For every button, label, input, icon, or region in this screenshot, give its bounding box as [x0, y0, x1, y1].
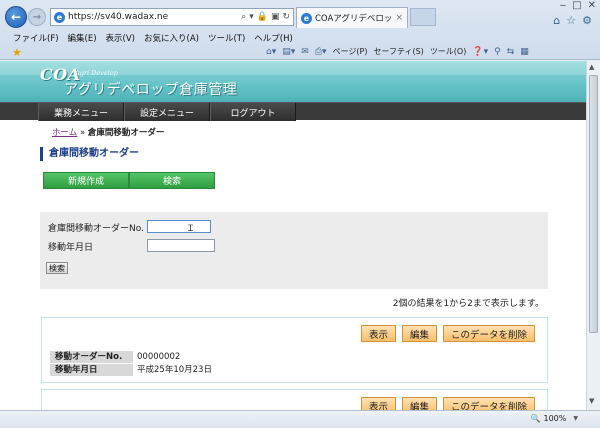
order-no-row: 移動オーダーNo. 00000002 [50, 351, 180, 363]
menu-file[interactable]: ファイル(F) [13, 32, 59, 45]
command-safety[interactable]: セーフティ(S) [373, 46, 423, 57]
site-title: アグリデベロップ倉庫管理 [64, 82, 238, 98]
order-no-label: 倉庫間移動オーダーNo. [48, 224, 144, 234]
page-viewport: COA Agri Develop アグリデベロップ倉庫管理 業務メニュー 設定メ… [0, 61, 586, 410]
dropdown-icon[interactable]: ▾ [249, 12, 254, 22]
tab-page-icon: e [301, 12, 312, 24]
gear-icon[interactable]: ⚙ [582, 14, 592, 27]
edit-button[interactable]: 編集 [401, 397, 437, 410]
menu-tools[interactable]: ツール(T) [208, 32, 245, 45]
menu-bar: ファイル(F) 編集(E) 表示(V) お気に入り(A) ツール(T) ヘルプ(… [0, 32, 600, 45]
zoom-dropdown-icon[interactable]: ▼ [573, 415, 578, 422]
translate-icon[interactable]: ⇆ [507, 47, 515, 57]
nav-settings-menu[interactable]: 設定メニュー [124, 103, 210, 121]
tab-active[interactable]: e COAアグリデベロップ 倉... × [296, 7, 408, 28]
breadcrumb: ホーム » 倉庫間移動オーダー [52, 126, 164, 138]
nav-business-menu[interactable]: 業務メニュー [38, 103, 124, 121]
view-button[interactable]: 表示 [360, 325, 396, 342]
maximize-icon[interactable]: □ [572, 0, 581, 11]
scroll-down-icon[interactable]: ▼ [589, 397, 594, 405]
move-date-label: 移動年月日 [48, 243, 94, 253]
page-title: 倉庫間移動オーダー [40, 147, 139, 161]
close-window-icon[interactable]: ✕ [588, 0, 596, 11]
command-tools[interactable]: ツール(O) [430, 46, 467, 57]
result-card: 表示 編集 このデータを削除 移動オーダーNo. 00000002 移動年月日 … [41, 317, 548, 383]
search-toggle-button[interactable]: 検索 [129, 172, 215, 189]
mail-icon[interactable]: ✉ [301, 47, 309, 57]
refresh-icon[interactable]: ↻ [282, 12, 290, 22]
command-bar: ★ ⌂▾ ▤▾ ✉ ⎙▾ ページ(P) セーフティ(S) ツール(O) ❓▾ ⚲… [0, 46, 600, 60]
tab-title: COAアグリデベロップ 倉... [315, 14, 393, 24]
move-date-value: 平成25年10月23日 [137, 365, 212, 375]
search-submit-button[interactable]: 検索 [46, 262, 68, 274]
scroll-thumb[interactable] [589, 75, 598, 333]
new-tab-button[interactable] [410, 8, 436, 26]
search-panel: 倉庫間移動オーダーNo. Ɪ 移動年月日 検索 [40, 212, 548, 289]
card-actions: 表示 編集 このデータを削除 [360, 325, 535, 342]
window-controls: ‒ □ ✕ [560, 0, 596, 11]
feeds-icon[interactable]: ▤▾ [282, 47, 295, 57]
search-icon[interactable]: ⌕ [241, 12, 246, 22]
text-cursor-icon: Ɪ [188, 224, 194, 234]
browser-icons: ⌂ ☆ ⚙ [553, 14, 592, 27]
card-actions: 表示 編集 このデータを削除 [360, 397, 535, 410]
delete-button[interactable]: このデータを削除 [442, 397, 535, 410]
home-icon[interactable]: ⌂ [553, 14, 560, 27]
order-no-key: 移動オーダーNo. [50, 351, 133, 363]
breadcrumb-current: 倉庫間移動オーダー [87, 128, 165, 138]
menu-favorites[interactable]: お気に入り(A) [144, 32, 199, 45]
forward-arrow-icon: → [32, 11, 42, 23]
order-no-input[interactable] [147, 220, 211, 233]
nav-logout[interactable]: ログアウト [210, 103, 296, 121]
ie-page-icon: e [54, 11, 65, 23]
forward-button[interactable]: → [28, 8, 46, 26]
edit-button[interactable]: 編集 [401, 325, 437, 342]
result-summary: 2個の結果を1から2まで表示します。 [392, 299, 544, 309]
scroll-up-icon[interactable]: ▲ [589, 63, 594, 71]
site-nav: 業務メニュー 設定メニュー ログアウト [0, 102, 586, 121]
new-create-button[interactable]: 新規作成 [43, 172, 129, 189]
minimize-icon[interactable]: ‒ [560, 0, 566, 11]
research-icon[interactable]: ⚲ [494, 47, 501, 57]
order-no-value: 00000002 [137, 352, 181, 362]
back-arrow-icon: ← [10, 10, 22, 24]
breadcrumb-home-link[interactable]: ホーム [52, 128, 77, 138]
menu-help[interactable]: ヘルプ(H) [254, 32, 293, 45]
favorites-star-icon[interactable]: ☆ [566, 14, 576, 27]
vertical-scrollbar[interactable]: ▲ ▼ [586, 61, 600, 410]
home-page-icon[interactable]: ⌂▾ [266, 47, 276, 57]
onenote-icon[interactable]: ▦ [520, 47, 529, 57]
address-bar[interactable]: e https://sv40.wadax.ne ⌕ ▾ 🔒 ▣ ↻ [50, 8, 294, 26]
result-card: 表示 編集 このデータを削除 [41, 389, 548, 410]
move-date-key: 移動年月日 [50, 364, 133, 376]
breadcrumb-separator: » [79, 128, 86, 138]
zoom-level: 100% [543, 414, 567, 423]
command-page[interactable]: ページ(P) [333, 46, 368, 57]
zoom-control[interactable]: 🔍 100% ▼ [531, 414, 578, 423]
move-date-row: 移動年月日 平成25年10月23日 [50, 364, 212, 376]
site-header: COA Agri Develop アグリデベロップ倉庫管理 [0, 61, 586, 102]
delete-button[interactable]: このデータを削除 [442, 325, 535, 342]
browser-chrome: ← → e https://sv40.wadax.ne ⌕ ▾ 🔒 ▣ ↻ e … [0, 0, 600, 60]
menu-view[interactable]: 表示(V) [106, 32, 135, 45]
status-bar: 🔍 100% ▼ [0, 410, 600, 428]
address-url: https://sv40.wadax.ne [68, 12, 169, 22]
move-date-input[interactable] [147, 239, 215, 252]
lock-icon[interactable]: 🔒 [257, 12, 268, 22]
logo-subtitle: Agri Develop [75, 69, 118, 77]
zoom-icon: 🔍 [530, 414, 541, 423]
print-icon[interactable]: ⎙▾ [315, 47, 327, 57]
favorites-bar-star-icon[interactable]: ★ [12, 46, 22, 59]
help-icon[interactable]: ❓▾ [472, 47, 488, 57]
certificate-icon[interactable]: ▣ [271, 12, 280, 22]
main-content: ホーム » 倉庫間移動オーダー 倉庫間移動オーダー 新規作成 検索 倉庫間移動オ… [40, 120, 548, 410]
back-button[interactable]: ← [5, 6, 27, 28]
view-button[interactable]: 表示 [360, 397, 396, 410]
tab-close-icon[interactable]: × [395, 13, 403, 23]
menu-edit[interactable]: 編集(E) [68, 32, 97, 45]
